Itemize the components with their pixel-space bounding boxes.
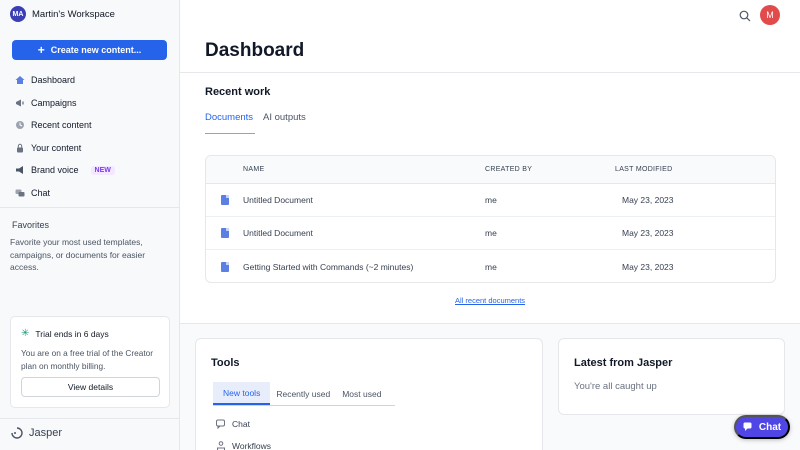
plus-icon: + <box>37 43 45 57</box>
tool-item-chat[interactable]: Chat <box>216 419 250 429</box>
trial-card: ✳ Trial ends in 6 days You are on a free… <box>10 316 170 408</box>
document-created-by: me <box>485 228 497 238</box>
sidebar-item-your-content[interactable]: Your content <box>10 137 170 160</box>
sidebar-nav: Dashboard Campaigns Recent content Your … <box>10 69 170 204</box>
document-created-by: me <box>485 261 497 272</box>
document-modified: May 23, 2023 <box>622 261 674 272</box>
table-row[interactable]: Untitled Document me May 23, 2023 <box>206 184 775 217</box>
document-created-by: me <box>485 195 497 205</box>
tab-documents[interactable]: Documents <box>205 112 255 134</box>
document-modified: May 23, 2023 <box>622 228 674 238</box>
header-divider <box>180 72 800 73</box>
sidebar-divider <box>0 207 180 208</box>
workspace-switcher[interactable]: MA Martin's Workspace <box>10 6 115 22</box>
trial-header: ✳ Trial ends in 6 days <box>21 328 109 339</box>
sidebar-item-brand-voice[interactable]: Brand voice NEW <box>10 159 170 182</box>
tab-most-used[interactable]: Most used <box>336 382 387 405</box>
sidebar-item-label: Brand voice <box>31 165 79 176</box>
lock-icon <box>15 143 25 153</box>
new-badge: NEW <box>90 165 115 175</box>
document-icon <box>220 228 229 238</box>
chat-button[interactable]: Chat <box>734 415 790 439</box>
home-icon <box>15 75 25 85</box>
user-avatar[interactable]: M <box>760 5 780 25</box>
tool-label: Chat <box>232 419 250 429</box>
megaphone-icon <box>15 165 25 175</box>
sidebar-item-campaigns[interactable]: Campaigns <box>10 92 170 115</box>
favorites-title: Favorites <box>12 220 50 230</box>
chat-icon <box>15 188 25 198</box>
trial-title: Trial ends in 6 days <box>35 328 109 339</box>
column-header-created-by[interactable]: CREATED BY <box>485 166 615 173</box>
table-row[interactable]: Getting Started with Commands (~2 minute… <box>206 250 775 282</box>
tab-new-tools[interactable]: New tools <box>213 382 271 405</box>
sidebar-item-label: Your content <box>31 142 82 153</box>
latest-title: Latest from Jasper <box>574 357 673 369</box>
sidebar-item-dashboard[interactable]: Dashboard <box>10 69 170 92</box>
sidebar-item-label: Campaigns <box>31 97 77 108</box>
chat-icon <box>216 419 225 429</box>
sidebar-item-chat[interactable]: Chat <box>10 182 170 205</box>
workflow-icon <box>217 441 225 450</box>
tools-card: Tools New tools Recently used Most used … <box>195 338 543 450</box>
campaign-icon <box>15 98 25 108</box>
document-icon <box>220 261 229 272</box>
tab-ai-outputs[interactable]: AI outputs <box>263 112 306 134</box>
tools-tabs: New tools Recently used Most used <box>213 382 395 406</box>
search-icon[interactable] <box>739 9 751 22</box>
table-row[interactable]: Untitled Document me May 23, 2023 <box>206 217 775 250</box>
document-name[interactable]: Getting Started with Commands (~2 minute… <box>243 262 485 272</box>
favorites-description: Favorite your most used templates, campa… <box>10 237 146 272</box>
chat-button-label: Chat <box>758 421 782 433</box>
jasper-logo[interactable]: Jasper <box>10 427 62 439</box>
create-new-content-button[interactable]: + Create new content... <box>12 40 167 60</box>
tool-item-workflows[interactable]: Workflows <box>216 441 271 450</box>
tool-label: Workflows <box>232 441 272 450</box>
sidebar-item-label: Recent content <box>31 120 92 131</box>
recent-work-title: Recent work <box>205 86 271 98</box>
document-modified: May 23, 2023 <box>622 195 674 205</box>
latest-card: Latest from Jasper You're all caught up <box>558 338 785 415</box>
workspace-name: Martin's Workspace <box>32 8 115 20</box>
recent-work-tabs: Documents AI outputs <box>205 112 306 134</box>
clock-icon <box>15 120 25 130</box>
all-recent-documents-link[interactable]: All recent documents <box>455 296 525 305</box>
page-title: Dashboard <box>205 40 305 61</box>
recent-documents-table: NAME CREATED BY LAST MODIFIED Untitled D… <box>205 155 776 283</box>
chat-bubble-icon <box>743 422 752 431</box>
sidebar-divider <box>0 418 180 419</box>
create-new-content-label: Create new content... <box>50 45 142 55</box>
column-header-name[interactable]: NAME <box>243 166 485 173</box>
document-name[interactable]: Untitled Document <box>243 195 485 205</box>
sidebar-item-label: Dashboard <box>31 75 76 86</box>
column-header-last-modified[interactable]: LAST MODIFIED <box>615 166 765 173</box>
sidebar-item-label: Chat <box>31 187 51 198</box>
table-header: NAME CREATED BY LAST MODIFIED <box>206 156 775 184</box>
document-icon <box>220 195 229 205</box>
tab-recently-used[interactable]: Recently used <box>270 382 336 405</box>
latest-description: You're all caught up <box>574 381 657 392</box>
sidebar-item-recent-content[interactable]: Recent content <box>10 114 170 137</box>
view-details-button[interactable]: View details <box>21 377 160 397</box>
document-name[interactable]: Untitled Document <box>243 228 485 238</box>
brand-name: Jasper <box>29 427 63 439</box>
sidebar: MA Martin's Workspace + Create new conte… <box>0 0 180 450</box>
trial-description: You are on a free trial of the Creator p… <box>21 348 154 371</box>
workspace-avatar: MA <box>10 6 26 22</box>
jasper-logo-icon <box>11 427 23 439</box>
tools-title: Tools <box>211 357 240 369</box>
sparkle-icon: ✳ <box>21 328 30 339</box>
